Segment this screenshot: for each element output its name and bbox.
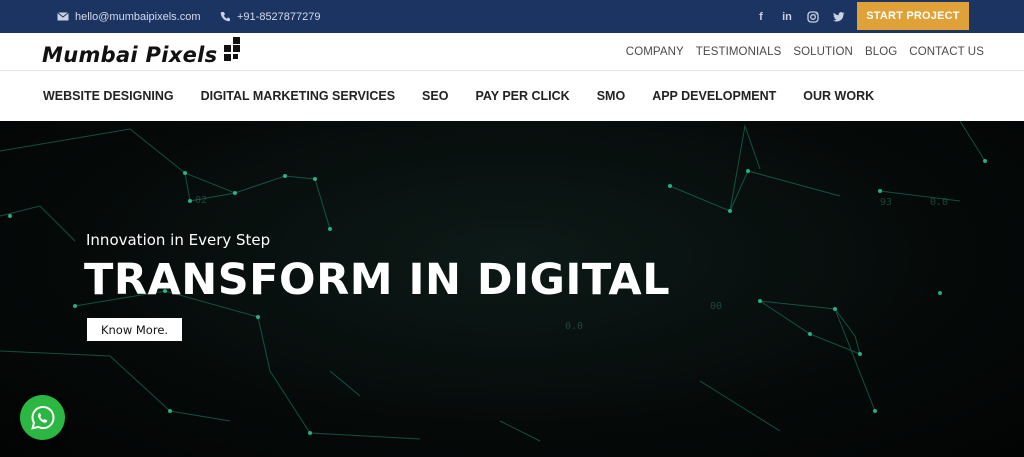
pixel-logo-icon <box>224 37 240 61</box>
svg-text:02: 02 <box>195 195 207 206</box>
phone-text: +91-8527877279 <box>237 10 321 23</box>
nav-pay-per-click[interactable]: PAY PER CLICK <box>475 89 569 103</box>
hero-banner: 02 93 0.0 00 0.0 Innovation in Every Ste… <box>0 121 1024 457</box>
linkedin-icon[interactable]: in <box>780 10 794 24</box>
nav-seo[interactable]: SEO <box>422 89 448 103</box>
email-contact[interactable]: hello@mumbaipixels.com <box>57 0 201 33</box>
hero-title: TRANSFORM IN DIGITAL <box>84 255 671 305</box>
svg-text:0.0: 0.0 <box>930 197 948 208</box>
svg-text:93: 93 <box>880 197 892 208</box>
nav-app-development[interactable]: APP DEVELOPMENT <box>652 89 776 103</box>
whatsapp-button[interactable] <box>20 395 65 440</box>
facebook-icon[interactable]: f <box>754 10 768 24</box>
email-text: hello@mumbaipixels.com <box>75 10 201 23</box>
twitter-icon[interactable] <box>832 10 846 24</box>
phone-contact[interactable]: +91-8527877279 <box>220 0 321 33</box>
link-company[interactable]: COMPANY <box>626 46 684 58</box>
header-links: COMPANY TESTIMONIALS SOLUTION BLOG CONTA… <box>626 33 984 71</box>
social-links: f in <box>754 0 846 33</box>
start-project-button[interactable]: START PROJECT <box>857 2 969 30</box>
instagram-icon[interactable] <box>806 10 820 24</box>
svg-text:0.0: 0.0 <box>565 321 583 332</box>
top-bar: hello@mumbaipixels.com +91-8527877279 f … <box>0 0 1024 33</box>
whatsapp-icon <box>30 405 55 430</box>
nav-digital-marketing[interactable]: DIGITAL MARKETING SERVICES <box>201 89 395 103</box>
link-testimonials[interactable]: TESTIMONIALS <box>696 46 782 58</box>
envelope-icon <box>57 12 69 21</box>
main-nav: WEBSITE DESIGNING DIGITAL MARKETING SERV… <box>0 71 1024 121</box>
link-blog[interactable]: BLOG <box>865 46 897 58</box>
nav-website-designing[interactable]: WEBSITE DESIGNING <box>43 89 174 103</box>
phone-icon <box>220 12 230 22</box>
header: Mumbai Pixels COMPANY TESTIMONIALS SOLUT… <box>0 33 1024 71</box>
link-contact-us[interactable]: CONTACT US <box>909 46 984 58</box>
logo-text: Mumbai Pixels <box>42 43 218 67</box>
hero-subtitle: Innovation in Every Step <box>86 231 271 249</box>
logo[interactable]: Mumbai Pixels <box>42 37 240 69</box>
link-solution[interactable]: SOLUTION <box>793 46 853 58</box>
know-more-button[interactable]: Know More. <box>87 318 182 341</box>
svg-text:00: 00 <box>710 301 722 312</box>
nav-our-work[interactable]: OUR WORK <box>803 89 874 103</box>
nav-smo[interactable]: SMO <box>597 89 625 103</box>
